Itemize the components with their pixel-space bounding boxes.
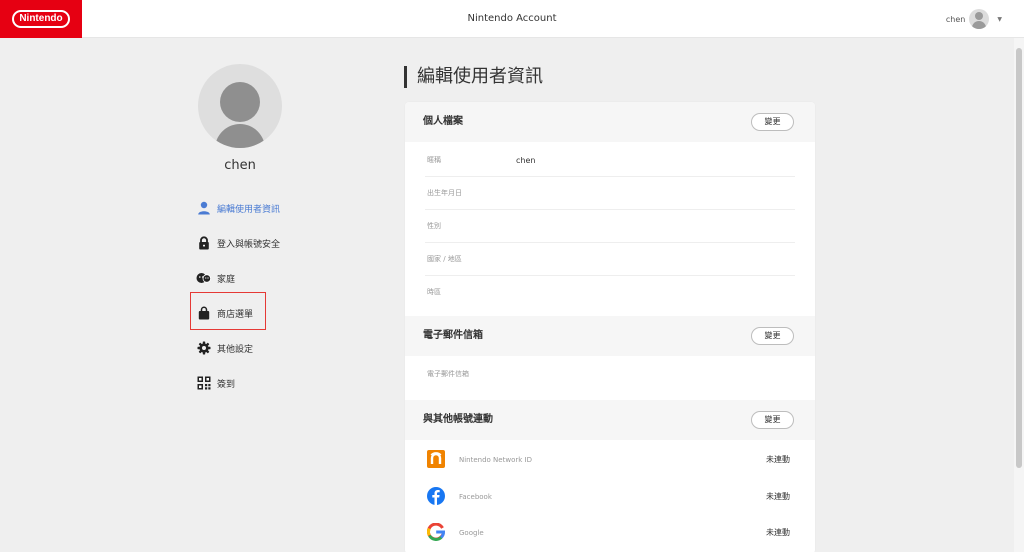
chevron-down-icon[interactable]: ▼	[997, 16, 1002, 23]
header-title: Nintendo Account	[467, 13, 557, 24]
sidebar-item-label: 家庭	[217, 274, 236, 285]
sidebar-item-other-settings[interactable]: 其他設定	[196, 336, 253, 360]
linked-accounts-section-title: 與其他帳號連動	[423, 414, 493, 425]
qr-code-icon	[196, 376, 211, 391]
profile-field-country: 國家 / 地區	[425, 243, 795, 276]
lock-icon	[196, 236, 211, 251]
email-change-button[interactable]: 變更	[751, 327, 794, 345]
email-section-title: 電子郵件信箱	[423, 330, 483, 341]
profile-field-birthday: 出生年月日	[425, 177, 795, 210]
linked-account-name: Nintendo Network ID	[459, 456, 532, 464]
profile-field-gender: 性別	[425, 210, 795, 243]
field-label: 暱稱	[427, 156, 441, 164]
page-title: 編輯使用者資訊	[404, 66, 543, 88]
scrollbar-thumb[interactable]	[1016, 48, 1022, 468]
field-label: 出生年月日	[427, 189, 462, 197]
linked-accounts-section-header: 與其他帳號連動 變更	[405, 400, 815, 440]
field-value: chen	[516, 156, 536, 165]
sidebar-item-label: 簽到	[217, 379, 236, 390]
linked-account-status: 未連動	[766, 492, 790, 501]
google-icon	[426, 522, 446, 541]
linked-account-nintendo-network: Nintendo Network ID 未連動	[425, 442, 795, 478]
email-section-header: 電子郵件信箱 變更	[405, 316, 815, 356]
sidebar-item-edit-user-info[interactable]: 編輯使用者資訊	[196, 196, 280, 220]
email-field: 電子郵件信箱	[425, 358, 795, 391]
profile-name: chen	[224, 158, 256, 173]
profile-section-header: 個人檔案 變更	[405, 102, 815, 142]
profile-avatar	[198, 64, 282, 148]
facebook-icon	[427, 487, 445, 505]
header-username: chen	[945, 14, 966, 24]
nintendo-network-icon	[427, 450, 445, 468]
field-label: 性別	[427, 222, 441, 230]
linked-account-name: Google	[459, 529, 484, 537]
field-label: 國家 / 地區	[427, 255, 462, 263]
sidebar-item-label: 編輯使用者資訊	[217, 204, 281, 215]
linked-accounts-change-button[interactable]: 變更	[751, 411, 794, 429]
sidebar-item-check-in[interactable]: 簽到	[196, 371, 235, 395]
profile-field-timezone: 時區	[425, 276, 795, 309]
field-label: 電子郵件信箱	[427, 370, 469, 378]
user-menu[interactable]: chen ▼	[946, 9, 1002, 29]
user-icon	[196, 201, 211, 216]
field-label: 時區	[427, 288, 441, 296]
linked-account-status: 未連動	[766, 528, 790, 537]
linked-account-name: Facebook	[459, 493, 492, 501]
family-icon	[196, 271, 211, 286]
linked-account-status: 未連動	[766, 455, 790, 464]
sidebar-item-label: 其他設定	[217, 344, 254, 355]
sidebar-item-login-security[interactable]: 登入與帳號安全	[196, 231, 280, 255]
profile-change-button[interactable]: 變更	[751, 113, 794, 131]
top-header: Nintendo Nintendo Account chen ▼	[0, 0, 1024, 38]
profile-section-title: 個人檔案	[423, 116, 463, 127]
linked-account-google: Google 未連動	[425, 515, 795, 551]
header-avatar	[969, 9, 990, 29]
sidebar-item-family[interactable]: 家庭	[196, 266, 235, 290]
sidebar-item-label: 登入與帳號安全	[217, 239, 281, 250]
gear-icon	[196, 341, 211, 356]
linked-account-facebook: Facebook 未連動	[425, 479, 795, 515]
shop-menu-highlight-box	[190, 292, 266, 330]
user-info-card: 個人檔案 變更 暱稱 chen 出生年月日 性別 國家 / 地區 時區 電子郵件…	[405, 102, 815, 552]
page-scrollbar[interactable]	[1014, 38, 1024, 552]
profile-field-nickname: 暱稱 chen	[425, 144, 795, 177]
